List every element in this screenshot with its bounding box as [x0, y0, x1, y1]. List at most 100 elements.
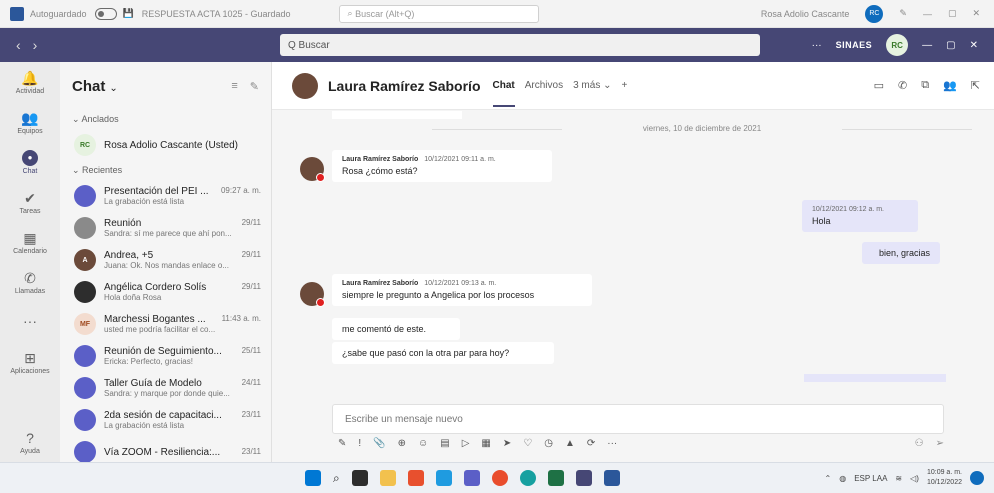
- rail-item-actividad[interactable]: 🔔 Actividad: [0, 62, 60, 102]
- chat-list-item[interactable]: Reunión 29/11 Sandra: sí me parece que ahí…: [60, 212, 271, 244]
- restore-icon[interactable]: ▢: [948, 8, 957, 19]
- minimize-icon[interactable]: —: [922, 40, 932, 51]
- rail-item-chat[interactable]: ● Chat: [0, 142, 60, 182]
- edge-icon[interactable]: [519, 470, 536, 486]
- language-indicator[interactable]: ESP LAA: [854, 474, 887, 483]
- chat-list-item[interactable]: Vía ZOOM - Resiliencia:... 23/11: [60, 436, 271, 462]
- save-icon[interactable]: 💾: [123, 8, 134, 19]
- rail-item-calendario[interactable]: ▦ Calendario: [0, 222, 60, 262]
- chat-list-title[interactable]: Chat ⌄: [72, 78, 118, 95]
- compose-tool-icon[interactable]: ▷: [462, 438, 470, 449]
- people-icon[interactable]: 👥: [943, 79, 957, 92]
- maximize-icon[interactable]: ▢: [946, 40, 955, 51]
- compose-tool-icon[interactable]: !: [358, 438, 361, 449]
- chat-list-item[interactable]: MF Marchessi Bogantes ... 11:43 a. m. usted…: [60, 308, 271, 340]
- send-icon[interactable]: ➢: [936, 438, 944, 449]
- compose-tool-icon[interactable]: 📎: [373, 438, 385, 449]
- rail-item-tareas[interactable]: ✔ Tareas: [0, 182, 60, 222]
- teams-icon[interactable]: [463, 470, 480, 486]
- recent-section-label[interactable]: ⌄ Recientes: [60, 161, 271, 180]
- compose-tool-icon[interactable]: ☺: [418, 438, 428, 449]
- store-icon[interactable]: [435, 470, 452, 486]
- compose-tool-icon[interactable]: ◷: [544, 438, 553, 449]
- volume-icon[interactable]: ◁): [910, 474, 919, 483]
- video-call-icon[interactable]: ▭: [874, 79, 884, 92]
- chat-list-item[interactable]: Presentación del PEI ... 09:27 a. m. La gr…: [60, 180, 271, 212]
- chevron-up-icon[interactable]: ⌃: [825, 474, 832, 483]
- autosave-toggle[interactable]: [94, 7, 117, 20]
- wifi-icon[interactable]: ≋: [895, 474, 902, 483]
- avatar[interactable]: [300, 282, 325, 307]
- chrome-icon[interactable]: [491, 470, 508, 486]
- start-icon[interactable]: [305, 470, 321, 486]
- compose-tool-icon[interactable]: ⟳: [587, 438, 595, 449]
- rail-label: Equipos: [17, 127, 43, 135]
- compose-tool-icon[interactable]: ▤: [440, 438, 449, 449]
- contact-avatar[interactable]: [292, 72, 318, 99]
- rail-item-llamadas[interactable]: ✆ Llamadas: [0, 262, 60, 302]
- teams-search-input[interactable]: Q Buscar: [280, 34, 760, 56]
- back-arrow-icon[interactable]: ‹: [16, 37, 21, 53]
- chat-list-item[interactable]: Angélica Cordero Solís 29/11 Hola doña Ros…: [60, 276, 271, 308]
- chat-item-pinned[interactable]: RC Rosa Adolio Cascante (Usted): [60, 129, 271, 161]
- avatar[interactable]: [300, 157, 325, 182]
- compose-tool-icon[interactable]: ···: [607, 438, 617, 449]
- rail-item-aplicaciones[interactable]: ⊞ Aplicaciones: [0, 342, 60, 382]
- file-explorer-icon[interactable]: [379, 470, 396, 486]
- excel-icon[interactable]: [547, 470, 564, 486]
- doc-title[interactable]: RESPUESTA ACTA 1025 - Guardado: [142, 9, 291, 19]
- more-options-icon[interactable]: ···: [812, 40, 822, 51]
- avatar: RC: [74, 134, 96, 156]
- tab-chat[interactable]: Chat: [492, 80, 515, 107]
- compose-tool-icon[interactable]: ⊕: [398, 438, 406, 449]
- chat-main: Laura Ramírez Saborío Chat Archivos 3 má…: [272, 62, 994, 462]
- chat-list-item[interactable]: Reunión de Seguimiento... 25/11 Ericka: Pe…: [60, 340, 271, 372]
- avatar: MF: [74, 313, 96, 335]
- compose-tool-icon[interactable]: ▦: [481, 438, 490, 449]
- pen-icon[interactable]: ✎: [899, 8, 907, 19]
- audio-call-icon[interactable]: ✆: [898, 79, 907, 92]
- tab-archivos[interactable]: Archivos: [525, 80, 563, 91]
- word-search-input[interactable]: ⌕ Buscar (Alt+Q): [338, 4, 539, 23]
- chat-list-item[interactable]: A Andrea, +5 29/11 Juana: Ok. Nos mandas en…: [60, 244, 271, 276]
- rail-item-more[interactable]: ···: [0, 302, 60, 342]
- close-icon[interactable]: ✕: [972, 8, 980, 19]
- forward-arrow-icon[interactable]: ›: [33, 37, 38, 53]
- org-name[interactable]: SINAES: [836, 40, 873, 50]
- profile-avatar[interactable]: RC: [886, 34, 909, 56]
- rail-icon: ⊞: [24, 349, 36, 366]
- contact-name: Laura Ramírez Saborío: [328, 77, 481, 94]
- add-tab-icon[interactable]: +: [621, 80, 627, 91]
- chat-list-item[interactable]: 2da sesión de capacitaci... 23/11 La graba…: [60, 404, 271, 436]
- message-text: ¿sabe que pasó con la otra par para hoy?: [342, 348, 510, 358]
- screen-share-icon[interactable]: ⧉: [921, 79, 929, 92]
- compose-tool-icon[interactable]: ➤: [503, 438, 511, 449]
- close-icon[interactable]: ✕: [970, 40, 978, 51]
- compose-tool-icon[interactable]: ▲: [565, 438, 575, 449]
- compose-tool-icon[interactable]: ✎: [338, 438, 346, 449]
- teams-app-icon[interactable]: [575, 470, 592, 486]
- word-icon[interactable]: [603, 470, 620, 486]
- word-user-avatar[interactable]: RC: [865, 4, 884, 23]
- popout-icon[interactable]: ⇱: [971, 79, 980, 92]
- chat-header: Laura Ramírez Saborío Chat Archivos 3 má…: [272, 62, 994, 110]
- dictate-icon[interactable]: ⚇: [915, 438, 924, 449]
- tab-more[interactable]: 3 más ⌄: [573, 80, 611, 91]
- compose-message-input[interactable]: Escribe un mensaje nuevo: [332, 404, 944, 434]
- rail-item-ayuda[interactable]: ? Ayuda: [0, 422, 60, 462]
- task-view-icon[interactable]: [351, 470, 368, 486]
- new-chat-icon[interactable]: ✎: [250, 80, 259, 93]
- message-text: siempre le pregunto a Angelica por los p…: [342, 290, 535, 300]
- network-icon[interactable]: ◍: [839, 474, 846, 483]
- minimize-icon[interactable]: —: [923, 9, 932, 19]
- pinned-section-label[interactable]: ⌄ Anclados: [60, 110, 271, 129]
- rail-icon: ▦: [23, 229, 37, 246]
- rail-item-equipos[interactable]: 👥 Equipos: [0, 102, 60, 142]
- filter-icon[interactable]: ≡: [231, 80, 237, 93]
- compose-tool-icon[interactable]: ♡: [523, 438, 532, 449]
- clock[interactable]: 10:09 a. m. 10/12/2022: [927, 468, 962, 488]
- office-icon[interactable]: [407, 470, 424, 486]
- chat-list-item[interactable]: Taller Guía de Modelo 24/11 Sandra: y marq…: [60, 372, 271, 404]
- notification-icon[interactable]: [970, 471, 984, 485]
- search-icon[interactable]: ⌕: [333, 471, 340, 486]
